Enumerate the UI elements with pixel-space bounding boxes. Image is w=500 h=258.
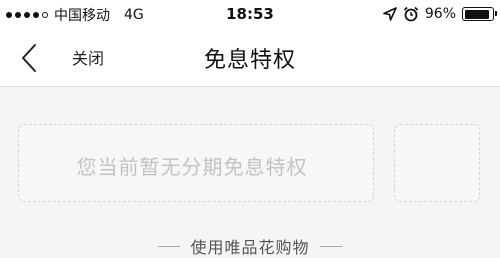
footer-hint-text: 使用唯品花购物 — [190, 238, 310, 257]
alarm-clock-icon — [403, 6, 419, 22]
coupon-main-panel: 您当前暂无分期免息特权 — [18, 124, 374, 202]
coupon-stub-panel — [394, 124, 480, 202]
footer-hint: 使用唯品花购物 — [0, 234, 500, 258]
battery-icon — [462, 7, 497, 21]
divider-left — [158, 245, 181, 247]
page-title: 免息特权 — [203, 48, 296, 73]
coupon-notch-bottom — [378, 196, 390, 208]
location-arrow-icon — [383, 7, 397, 21]
status-right: 96% — [383, 4, 497, 24]
status-bar: 中国移动 4G 18:53 96% — [0, 0, 500, 30]
battery-percent: 96% — [424, 6, 456, 22]
empty-state-message: 您当前暂无分期免息特权 — [76, 155, 308, 179]
divider-right — [319, 245, 342, 247]
nav-bar: 关闭 免息特权 — [0, 30, 500, 87]
interest-free-coupon-card: 您当前暂无分期免息特权 — [18, 118, 480, 208]
coupon-notch-top — [378, 118, 390, 130]
